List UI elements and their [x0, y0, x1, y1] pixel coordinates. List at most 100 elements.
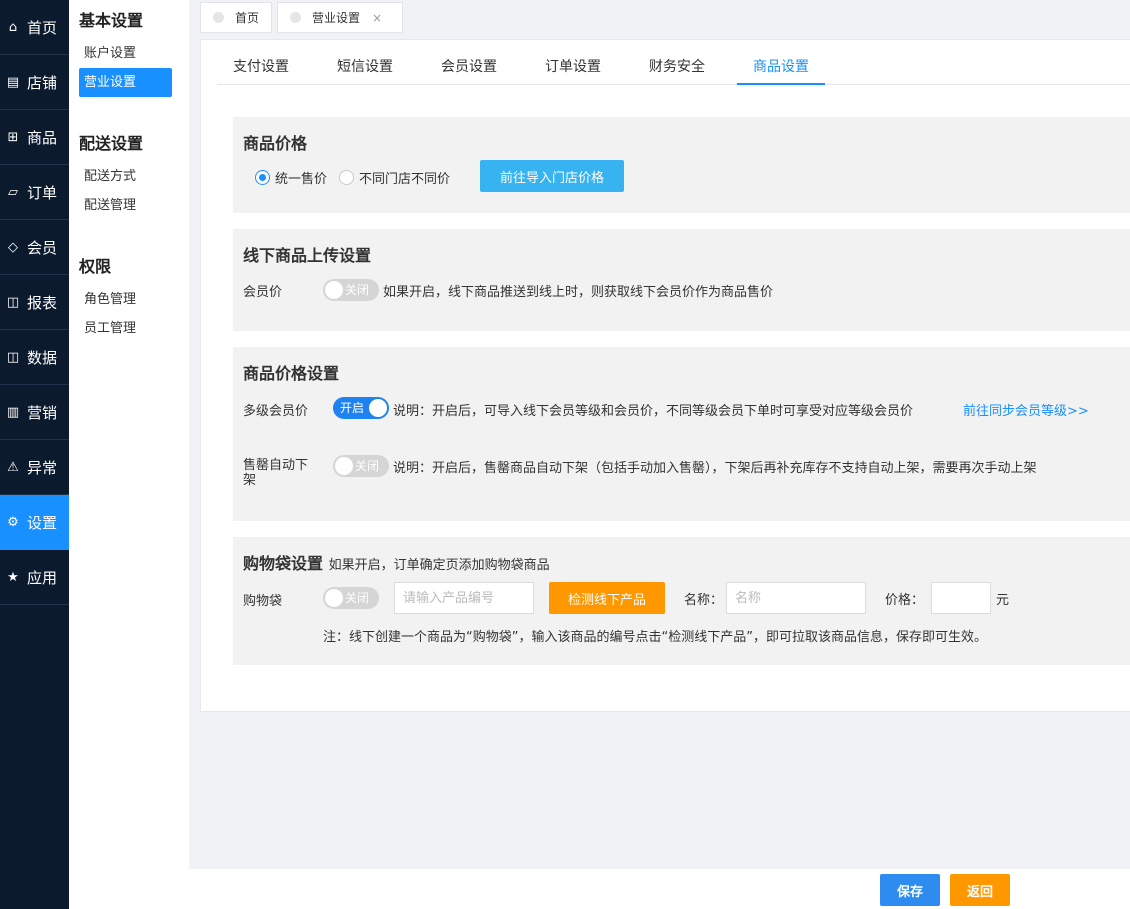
- tab-product[interactable]: 商品设置: [737, 40, 825, 85]
- subnav-item-delivery-method[interactable]: 配送方式: [79, 162, 172, 191]
- subnav-item-business[interactable]: 营业设置: [79, 68, 172, 97]
- subnav-group-title-permission: 权限: [79, 257, 112, 276]
- soldout-auto-delist-switch[interactable]: 关闭: [333, 455, 389, 477]
- page-tabs-bar: 首页 营业设置 ×: [189, 0, 1130, 36]
- nav-item-7[interactable]: ▥ 营销: [0, 385, 69, 440]
- nav-item-0[interactable]: ⌂ 首页: [0, 0, 69, 55]
- member-price-switch[interactable]: 关闭: [323, 279, 379, 301]
- bar-chart-icon: ▥: [6, 404, 20, 420]
- soldout-auto-delist-description: 说明：开启后，售罄商品自动下架（包括手动加入售罄），下架后再补充库存不支持自动上…: [393, 461, 1037, 476]
- switch-knob: [335, 457, 353, 475]
- radio-checked-icon: [255, 170, 270, 185]
- multi-level-price-label: 多级会员价: [243, 404, 309, 419]
- tab-payment[interactable]: 支付设置: [233, 40, 289, 85]
- tab-order[interactable]: 订单设置: [545, 40, 601, 85]
- nav-item-9[interactable]: ⚙ 设置: [0, 495, 69, 550]
- star-icon: ★: [7, 569, 19, 585]
- section-title: 线下商品上传设置: [243, 246, 372, 265]
- nav-item-label: 首页: [27, 18, 58, 37]
- settings-panel: 支付设置 短信设置 会员设置 订单设置 财务安全 商品设置 商品价格 统一售价 …: [200, 39, 1130, 712]
- nav-item-label: 营销: [27, 403, 58, 422]
- warning-icon: ⚠: [7, 459, 19, 475]
- price-input[interactable]: [931, 582, 991, 614]
- page-tab-business-settings[interactable]: 营业设置 ×: [277, 2, 403, 33]
- tab-member[interactable]: 会员设置: [441, 40, 497, 85]
- nav-item-10[interactable]: ★ 应用: [0, 550, 69, 605]
- section-title: 商品价格设置: [243, 364, 340, 383]
- member-price-label: 会员价: [243, 285, 283, 300]
- data-icon: ◫: [6, 349, 20, 365]
- page-tab-home[interactable]: 首页: [200, 2, 272, 33]
- product-code-input[interactable]: [394, 582, 534, 614]
- subnav-group-title-basic: 基本设置: [79, 11, 144, 30]
- bag-title-note: 如果开启，订单确定页添加购物袋商品: [328, 558, 550, 573]
- bag-note: 注：线下创建一个商品为“购物袋”，输入该商品的编号点击“检测线下产品”，即可拉取…: [323, 630, 987, 645]
- gear-icon: ⚙: [7, 514, 19, 530]
- nav-item-label: 应用: [27, 568, 58, 587]
- nav-item-label: 设置: [27, 513, 58, 532]
- switch-knob: [369, 399, 387, 417]
- nav-item-label: 数据: [27, 348, 58, 367]
- diamond-icon: ◇: [8, 239, 18, 255]
- nav-item-label: 商品: [27, 128, 58, 147]
- back-button[interactable]: 返回: [950, 874, 1010, 906]
- subnav-item-account[interactable]: 账户设置: [79, 39, 172, 68]
- nav-item-1[interactable]: ▤ 店铺: [0, 55, 69, 110]
- radio-per-store-price[interactable]: 不同门店不同价: [339, 168, 450, 187]
- nav-item-3[interactable]: ▱ 订单: [0, 165, 69, 220]
- store-icon: ▤: [6, 74, 20, 90]
- nav-item-8[interactable]: ⚠ 异常: [0, 440, 69, 495]
- switch-text: 关闭: [355, 459, 380, 473]
- subnav-item-roles[interactable]: 角色管理: [79, 285, 172, 314]
- tab-sms[interactable]: 短信设置: [337, 40, 393, 85]
- label-line: 售罄自动下: [243, 458, 309, 473]
- multi-level-price-switch[interactable]: 开启: [333, 397, 389, 419]
- import-store-price-button[interactable]: 前往导入门店价格: [480, 160, 624, 192]
- nav-item-4[interactable]: ◇ 会员: [0, 220, 69, 275]
- switch-text: 关闭: [345, 591, 370, 605]
- tab-dot-icon: [213, 12, 224, 23]
- tab-finance[interactable]: 财务安全: [649, 40, 705, 85]
- nav-item-label: 异常: [27, 458, 58, 477]
- page-tab-label: 营业设置: [312, 11, 361, 25]
- bag-switch[interactable]: 关闭: [323, 587, 379, 609]
- price-unit: 元: [996, 593, 1010, 608]
- close-icon[interactable]: ×: [372, 11, 382, 25]
- nav-item-label: 店铺: [27, 73, 58, 92]
- label-line: 架: [243, 473, 257, 488]
- gift-icon: ⊞: [7, 129, 19, 145]
- nav-item-label: 会员: [27, 238, 58, 257]
- report-icon: ◫: [6, 294, 20, 310]
- subnav-item-staff[interactable]: 员工管理: [79, 314, 172, 343]
- bag-title-text: 购物袋设置: [243, 554, 324, 573]
- multi-level-price-description: 说明：开启后，可导入线下会员等级和会员价，不同等级会员下单时可享受对应等级会员价: [393, 404, 914, 419]
- order-icon: ▱: [8, 184, 18, 200]
- save-button[interactable]: 保存: [880, 874, 940, 906]
- soldout-auto-delist-label: 售罄自动下 架: [243, 458, 308, 488]
- radio-label: 不同门店不同价: [359, 172, 451, 187]
- page-tab-label: 首页: [235, 11, 260, 25]
- nav-item-5[interactable]: ◫ 报表: [0, 275, 69, 330]
- price-label: 价格：: [885, 593, 925, 608]
- settings-tabs: 支付设置 短信设置 会员设置 订单设置 财务安全 商品设置: [217, 40, 1130, 85]
- name-input[interactable]: [726, 582, 866, 614]
- radio-unified-price[interactable]: 统一售价: [255, 168, 327, 187]
- name-label: 名称：: [684, 593, 724, 608]
- subnav-group-title-delivery: 配送设置: [79, 134, 144, 153]
- subnav-item-delivery-manage[interactable]: 配送管理: [79, 191, 172, 220]
- radio-unchecked-icon: [339, 170, 354, 185]
- home-icon: ⌂: [8, 19, 18, 35]
- nav-item-label: 订单: [27, 183, 58, 202]
- shopping-bag-section: 购物袋设置 如果开启，订单确定页添加购物袋商品 购物袋 关闭 检测线下产品 名称…: [233, 537, 1130, 665]
- switch-text: 开启: [340, 401, 365, 415]
- section-title: 购物袋设置 如果开启，订单确定页添加购物袋商品: [243, 550, 550, 574]
- product-price-section: 商品价格 统一售价 不同门店不同价 前往导入门店价格: [233, 117, 1130, 213]
- switch-knob: [325, 281, 343, 299]
- detect-offline-product-button[interactable]: 检测线下产品: [549, 582, 665, 614]
- nav-item-2[interactable]: ⊞ 商品: [0, 110, 69, 165]
- nav-item-6[interactable]: ◫ 数据: [0, 330, 69, 385]
- settings-subnav: 基本设置 账户设置 营业设置 配送设置 配送方式 配送管理 权限 角色管理 员工…: [69, 0, 189, 909]
- footer-bar: 保存 返回: [189, 869, 1130, 909]
- member-price-description: 如果开启，线下商品推送到线上时，则获取线下会员价作为商品售价: [383, 285, 774, 300]
- sync-member-level-link[interactable]: 前往同步会员等级>>: [963, 400, 1089, 419]
